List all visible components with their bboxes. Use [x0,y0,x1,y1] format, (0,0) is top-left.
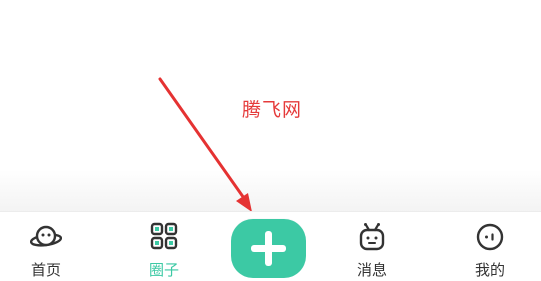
robot-face-icon [359,223,385,251]
tab-circle[interactable]: 圈子 [119,212,209,281]
app-screen: 腾飞网 首页 圈子 消息 我的 [0,0,541,281]
plus-icon-vertical [265,231,272,266]
content-fade [0,170,541,212]
smiley-circle-icon [476,223,504,251]
tab-home-label: 首页 [30,261,61,279]
watermark-text: 腾飞网 [242,99,303,121]
tab-profile-label: 我的 [474,261,505,279]
tab-profile[interactable]: 我的 [445,212,535,281]
tab-circle-label: 圈子 [148,261,179,279]
grid-four-icon [150,222,178,250]
add-post-button[interactable] [231,219,306,278]
tab-home[interactable]: 首页 [1,212,91,281]
tab-messages-label: 消息 [356,261,387,279]
tab-messages[interactable]: 消息 [327,212,417,281]
planet-face-icon [30,225,62,247]
